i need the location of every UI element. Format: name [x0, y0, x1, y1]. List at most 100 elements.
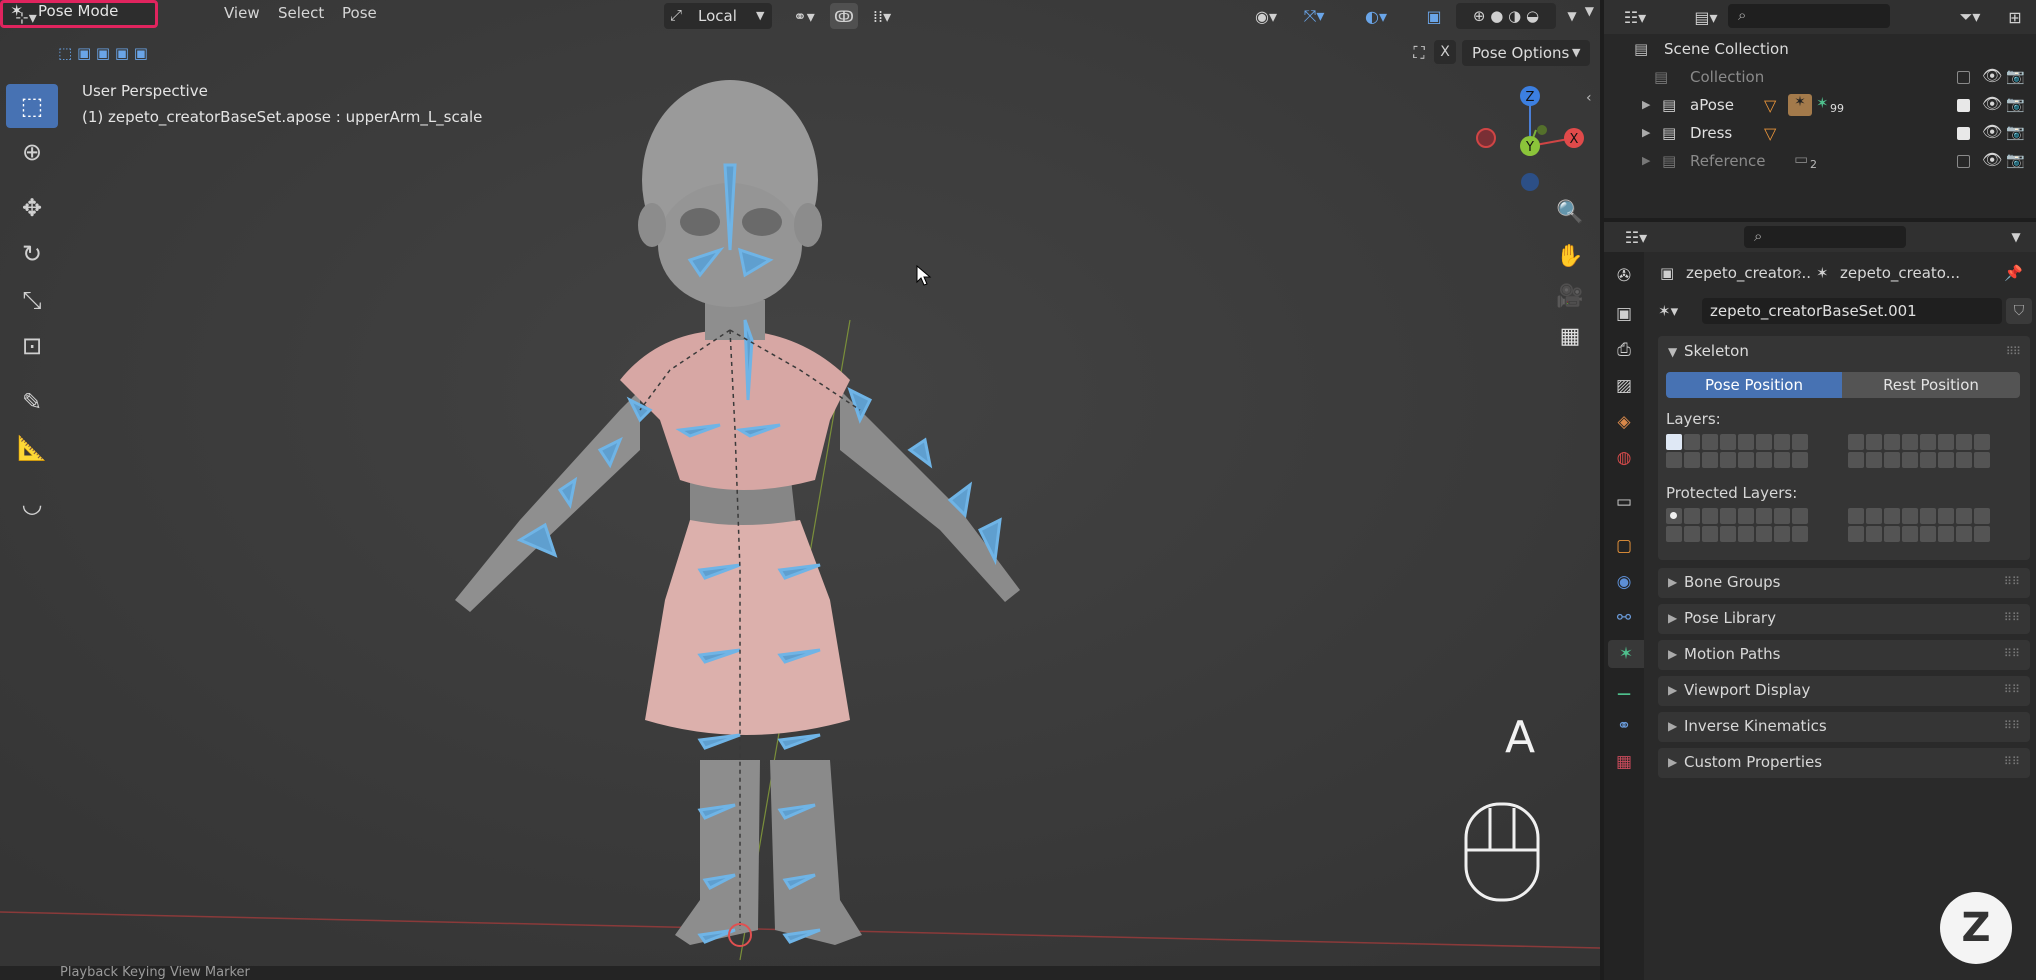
camera-view-icon[interactable]: 🎥: [1552, 278, 1588, 314]
armature-data-icon[interactable]: ✶▾: [1658, 302, 1678, 320]
scale-tool-icon[interactable]: ⤡: [6, 278, 58, 322]
eye-icon[interactable]: 👁: [1982, 150, 2002, 169]
cursor-tool-icon[interactable]: ⊕: [6, 130, 58, 174]
scene-tab-icon[interactable]: ◈: [1610, 408, 1638, 436]
transform-orientation[interactable]: ⤢ Local ▼: [664, 3, 772, 29]
fake-user-shield-icon[interactable]: ⛉: [2006, 298, 2032, 324]
relax-tool-icon[interactable]: ◡: [6, 482, 58, 526]
drag-grip-icon[interactable]: ⠿⠿: [2004, 755, 2020, 768]
menu-select[interactable]: Select: [278, 4, 324, 22]
drag-grip-icon[interactable]: ⠿⠿: [2004, 611, 2020, 624]
pan-hand-icon[interactable]: ✋: [1552, 238, 1588, 274]
expand-arrow-icon[interactable]: ▶: [1642, 126, 1650, 139]
move-tool-icon[interactable]: ✥: [6, 186, 58, 230]
close-x-button[interactable]: X: [1434, 40, 1456, 64]
texture-tab-icon[interactable]: ▦: [1610, 748, 1638, 776]
menu-pose[interactable]: Pose: [342, 4, 377, 22]
outliner-row-reference[interactable]: ▶ ▤ Reference ▭ 2 👁 📷: [1604, 148, 2036, 176]
skeleton-title[interactable]: Skeleton: [1684, 342, 1749, 360]
measure-tool-icon[interactable]: 📐: [6, 426, 58, 470]
protected-layers-grid-2[interactable]: [1848, 508, 1990, 542]
drag-grip-icon[interactable]: ⠿⠿: [2004, 719, 2020, 732]
exclude-checkbox[interactable]: [1957, 127, 1970, 140]
drag-grip-icon[interactable]: ⠿⠿: [2004, 575, 2020, 588]
bone-tab-icon[interactable]: ⚊: [1610, 676, 1638, 704]
options-chevron-icon[interactable]: ▼: [2004, 224, 2028, 250]
pin-icon[interactable]: 📌: [2004, 264, 2023, 282]
constraints-tab-icon[interactable]: ⚯: [1610, 604, 1638, 632]
transform-tool-icon[interactable]: ⊡: [6, 324, 58, 368]
section-inverse-kinematics[interactable]: ▶ Inverse Kinematics ⠿⠿: [1658, 712, 2030, 742]
collapse-arrow-icon[interactable]: ▼: [1668, 345, 1677, 359]
section-viewport-display[interactable]: ▶ Viewport Display ⠿⠿: [1658, 676, 2030, 706]
ortho-grid-icon[interactable]: ▦: [1552, 318, 1588, 354]
menu-view[interactable]: View: [224, 4, 260, 22]
outliner-row-collection[interactable]: ▤ Collection 👁 📷: [1604, 64, 2036, 92]
protected-layers-grid-1[interactable]: [1666, 508, 1808, 542]
bone-layers-grid-1[interactable]: [1666, 434, 1808, 468]
eye-icon[interactable]: 👁: [1982, 94, 2002, 113]
exclude-checkbox[interactable]: [1957, 99, 1970, 112]
collection-tab-icon[interactable]: ▭: [1610, 488, 1638, 516]
zoom-icon[interactable]: 🔍: [1552, 194, 1588, 230]
bone-constraints-tab-icon[interactable]: ⚭: [1610, 712, 1638, 740]
drag-grip-icon[interactable]: ⠿⠿: [2004, 647, 2020, 660]
drag-grip-icon[interactable]: ⠿⠿: [2006, 345, 2021, 358]
physics-tab-icon[interactable]: ◉: [1610, 568, 1638, 596]
expand-arrow-icon[interactable]: ▶: [1642, 154, 1650, 167]
shading-modes[interactable]: ⊕ ● ◑ ◒: [1456, 3, 1556, 29]
snap-icon[interactable]: ↂ: [830, 3, 858, 29]
drag-grip-icon[interactable]: ⠿⠿: [2004, 683, 2020, 696]
render-camera-icon[interactable]: 📷: [2006, 67, 2025, 85]
outliner-search-input[interactable]: ⌕: [1728, 4, 1890, 28]
datablock-name-field[interactable]: zepeto_creatorBaseSet.001: [1702, 298, 2002, 324]
section-pose-library[interactable]: ▶ Pose Library ⠿⠿: [1658, 604, 2030, 634]
xray-icon[interactable]: ▣: [1420, 3, 1448, 29]
object-tab-icon[interactable]: ▢: [1610, 532, 1638, 560]
3d-viewport[interactable]: ⊹▾ ✶ Pose Mode ▼ View Select Pose ⤢ Loca…: [0, 0, 1600, 980]
editor-type-icon[interactable]: ☷▾: [1616, 4, 1654, 30]
rest-position-button[interactable]: Rest Position: [1842, 372, 2020, 398]
world-tab-icon[interactable]: ◍: [1610, 444, 1638, 472]
section-motion-paths[interactable]: ▶ Motion Paths ⠿⠿: [1658, 640, 2030, 670]
tool-tab-icon[interactable]: ✇: [1610, 262, 1638, 290]
fullscreen-icon[interactable]: ⛶: [1406, 40, 1432, 66]
select-mode-icons[interactable]: ⬚ ▣ ▣ ▣ ▣: [52, 40, 188, 66]
render-camera-icon[interactable]: 📷: [2006, 95, 2025, 113]
shading-chevron-icon[interactable]: ▼: [1560, 3, 1584, 29]
new-collection-icon[interactable]: ⊞: [2002, 4, 2028, 30]
pivot-point-icon[interactable]: ⚭▾: [784, 3, 824, 29]
pose-options-dropdown[interactable]: Pose Options ▼: [1462, 40, 1590, 66]
expand-arrow-icon[interactable]: ▶: [1642, 98, 1650, 111]
rotate-tool-icon[interactable]: ↻: [6, 232, 58, 276]
annotate-tool-icon[interactable]: ✎: [6, 380, 58, 424]
select-box-tool-icon[interactable]: ⬚: [6, 84, 58, 128]
render-camera-icon[interactable]: 📷: [2006, 123, 2025, 141]
timeline-bar[interactable]: Playback Keying View Marker: [0, 966, 1600, 980]
outliner-row-dress[interactable]: ▶ ▤ Dress ▽ 👁 📷: [1604, 120, 2036, 148]
exclude-checkbox[interactable]: [1957, 71, 1970, 84]
overlays-icon[interactable]: ◐▾: [1356, 3, 1396, 29]
armature-data-tab-icon[interactable]: ✶: [1608, 640, 1644, 668]
properties-search-input[interactable]: ⌕: [1744, 226, 1906, 248]
outliner-row-scene-collection[interactable]: ▤ Scene Collection: [1604, 36, 2036, 64]
editor-type-icon[interactable]: ☷▾: [1616, 224, 1656, 250]
navigation-gizmo[interactable]: Z X Y: [1470, 80, 1590, 200]
section-bone-groups[interactable]: ▶ Bone Groups ⠿⠿: [1658, 568, 2030, 598]
snap-settings-icon[interactable]: ⁞⁞▾: [862, 3, 902, 29]
view-layer-tab-icon[interactable]: ▨: [1610, 372, 1638, 400]
pose-position-button[interactable]: Pose Position: [1666, 372, 1842, 398]
display-mode-icon[interactable]: ▤▾: [1686, 4, 1726, 30]
render-tab-icon[interactable]: ▣: [1610, 300, 1638, 328]
eye-icon[interactable]: 👁: [1982, 122, 2002, 141]
section-custom-properties[interactable]: ▶ Custom Properties ⠿⠿: [1658, 748, 2030, 778]
filter-icon[interactable]: ⏷▾: [1950, 4, 1990, 30]
eye-icon[interactable]: 👁: [1982, 66, 2002, 85]
visibility-icon[interactable]: ◉▾: [1246, 3, 1286, 29]
outliner-row-apose[interactable]: ▶ ▤ aPose ▽ ✶ ✶ 99 👁 📷: [1604, 92, 2036, 120]
output-tab-icon[interactable]: ⎙: [1610, 336, 1638, 364]
render-camera-icon[interactable]: 📷: [2006, 151, 2025, 169]
exclude-checkbox[interactable]: [1957, 155, 1970, 168]
sidebar-toggle-icon[interactable]: ‹: [1586, 90, 1592, 106]
bone-layers-grid-2[interactable]: [1848, 434, 1990, 468]
